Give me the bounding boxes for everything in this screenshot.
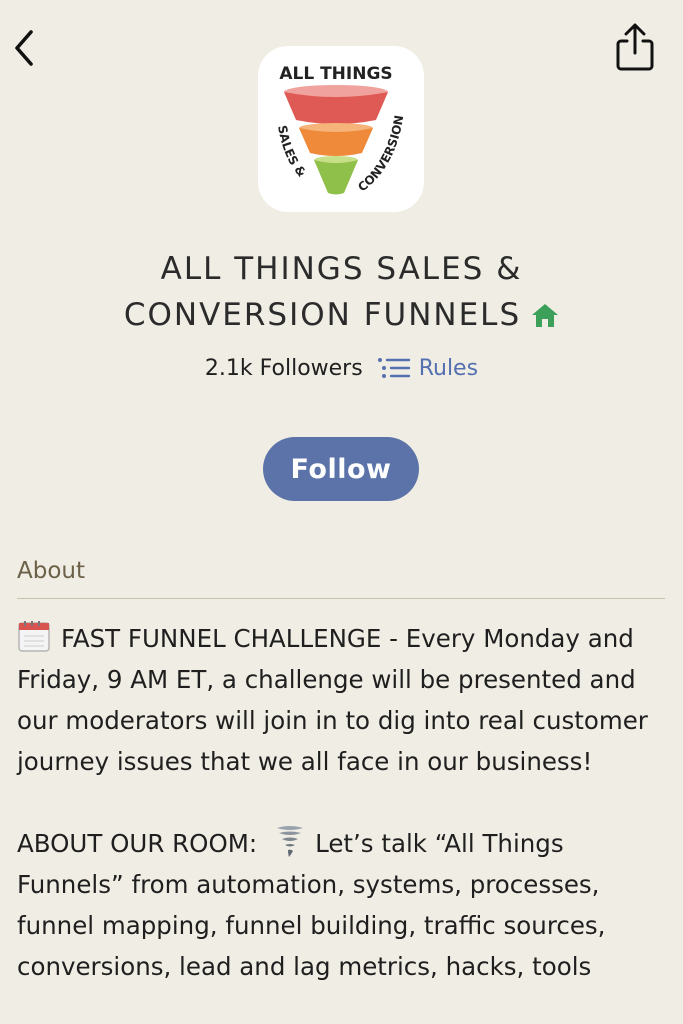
about-paragraph-1: FAST FUNNEL CHALLENGE - Every Monday and… (17, 618, 677, 782)
club-title-line1: ALL THINGS SALES & (160, 251, 523, 287)
share-button[interactable] (610, 20, 660, 74)
club-meta: 2.1k Followers Rules (0, 350, 683, 386)
rules-label: Rules (418, 355, 479, 381)
rules-link[interactable]: Rules (377, 356, 478, 381)
back-button[interactable] (4, 26, 44, 70)
about-paragraph-2-prefix: ABOUT OUR ROOM: (17, 829, 258, 858)
about-paragraph-1-text: FAST FUNNEL CHALLENGE - Every Monday and… (17, 624, 648, 776)
club-logo: ALL THINGS SALES & CONVERSION (258, 46, 424, 212)
calendar-icon (18, 621, 50, 652)
chevron-left-icon (15, 30, 33, 66)
share-icon (616, 23, 654, 71)
about-description: FAST FUNNEL CHALLENGE - Every Monday and… (17, 618, 677, 987)
list-icon (377, 358, 410, 378)
tornado-icon (277, 826, 304, 857)
house-icon (532, 304, 559, 327)
followers-count[interactable]: 2.1k Followers (205, 356, 363, 381)
follow-button[interactable]: Follow (263, 437, 419, 501)
about-paragraph-2: ABOUT OUR ROOM: Let’s talk “All Things F… (17, 823, 677, 987)
logo-text-top: ALL THINGS (279, 64, 392, 84)
divider (17, 598, 665, 599)
about-heading: About (17, 558, 86, 584)
club-title-line2: CONVERSION FUNNELS (123, 297, 522, 333)
club-title: ALL THINGS SALES & CONVERSION FUNNELS (0, 246, 683, 338)
